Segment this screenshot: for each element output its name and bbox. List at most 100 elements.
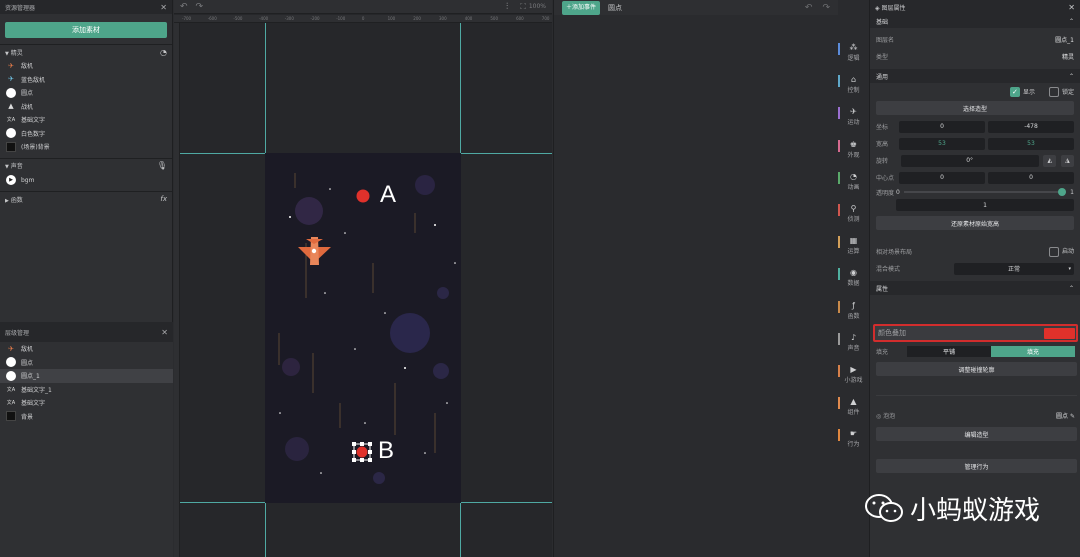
sprite-label: 战机 [21, 103, 34, 111]
slider-handle[interactable] [1058, 188, 1067, 196]
layer-item[interactable]: ✈ 敌机 [0, 342, 173, 356]
visible-checkbox[interactable]: ✓ [1009, 86, 1020, 97]
sprite-item[interactable]: 圆点 [0, 86, 172, 100]
close-icon[interactable]: ✕ [160, 3, 167, 12]
layer-item[interactable]: 文A 基础文字 [0, 396, 173, 410]
redo-icon[interactable]: ↷ [822, 3, 830, 13]
sprite-item[interactable]: (场景)背景 [0, 140, 172, 154]
category-11[interactable]: ▶ 小游戏 [838, 365, 869, 384]
category-1[interactable]: ⁂ 逻辑 [838, 43, 869, 62]
width-input[interactable]: 53 [899, 137, 985, 150]
palette-icon[interactable]: ◔ [160, 48, 167, 57]
category-color-bar [838, 300, 840, 313]
scene-icon [6, 141, 16, 152]
selected-dot[interactable] [352, 442, 372, 462]
basic-section-header[interactable]: 基础 ⌃ [870, 14, 1080, 28]
asset-panel-title: 资源管理器 [5, 4, 36, 12]
align-icon[interactable]: ⫶ [506, 2, 508, 12]
zoom-level[interactable]: 100% [529, 3, 546, 10]
label-a[interactable]: A [380, 181, 396, 209]
undo-icon[interactable]: ↶ [180, 2, 188, 12]
x-input[interactable]: 0 [899, 120, 985, 133]
function-icon[interactable]: fx [160, 195, 167, 203]
sound-section-header[interactable]: ▼ 声音 🎙 [0, 159, 172, 173]
adjust-collision-button[interactable]: 调整碰撞轮廓 [876, 362, 1077, 376]
category-label: 动画 [847, 183, 860, 191]
opacity-slider[interactable] [903, 187, 1067, 197]
category-7[interactable]: ▦ 运算 [838, 236, 869, 255]
sprite-item[interactable]: 文A 基础文字 [0, 113, 172, 127]
type-label: 类型 [876, 54, 889, 61]
bubble-value: 圆点 [1056, 412, 1069, 420]
red-dot[interactable] [356, 189, 370, 203]
select-shape-button[interactable]: 选择造型 [876, 101, 1074, 115]
manage-behavior-button[interactable]: 管理行为 [876, 459, 1077, 473]
category-icon: ♪ [850, 332, 857, 342]
category-2[interactable]: ⌂ 控制 [838, 75, 869, 94]
properties-panel: ◈ 图层属性 ✕ 基础 ⌃ 图层名 圆点_1 类型 精灵 通用 ⌃ ✓ 显示 锁定 选择造… [869, 0, 1080, 557]
microphone-icon[interactable]: 🎙 [157, 161, 167, 170]
sprite-item[interactable]: ✈ 敌机 [0, 59, 172, 73]
category-10[interactable]: ♪ 声音 [838, 332, 869, 352]
center-y-input[interactable]: 0 [988, 171, 1074, 184]
fill-option-fill[interactable]: 填充 [991, 345, 1075, 357]
flip-horizontal-icon[interactable]: ◭ [1043, 154, 1057, 167]
relative-layout-checkbox[interactable] [1048, 246, 1059, 257]
center-x-input[interactable]: 0 [899, 171, 985, 184]
redo-icon[interactable]: ↷ [196, 2, 204, 12]
category-6[interactable]: ⚲ 侦测 [838, 204, 869, 223]
add-event-button[interactable]: ＋添加事件 [562, 0, 601, 15]
lock-checkbox[interactable] [1048, 86, 1059, 97]
y-input[interactable]: -478 [988, 120, 1074, 133]
chevron-down-icon: ▾ [1068, 265, 1071, 272]
sound-item[interactable]: ▶ bgm [0, 174, 172, 188]
blend-select[interactable]: 正常 ▾ [954, 262, 1074, 275]
category-label: 数据 [847, 280, 860, 288]
plane-icon: ✈ [8, 75, 14, 84]
close-icon[interactable]: ✕ [1068, 3, 1075, 12]
restore-size-button[interactable]: 还原素材原始宽高 [876, 216, 1074, 230]
sprite-item[interactable]: 白色数字 [0, 127, 172, 141]
fit-icon[interactable]: ⛶ [520, 2, 526, 12]
height-input[interactable]: 53 [988, 137, 1074, 150]
play-icon: ▶ [6, 175, 16, 186]
color-swatch[interactable] [1044, 327, 1075, 339]
edit-shape-button[interactable]: 编辑造型 [876, 427, 1077, 441]
enemy-plane[interactable] [298, 237, 331, 265]
category-12[interactable]: ▲ 组件 [838, 397, 869, 416]
rotation-input[interactable]: 0° [900, 154, 1039, 167]
category-8[interactable]: ◉ 数据 [838, 268, 869, 287]
category-color-bar [838, 107, 840, 120]
circle-icon [6, 370, 16, 381]
sprites-section-header[interactable]: ▼ 精灵 ◔ [0, 45, 172, 59]
layer-item[interactable]: 圆点 [0, 356, 173, 370]
attribute-section-header[interactable]: 属性 ⌃ [870, 281, 1080, 295]
general-section-header[interactable]: 通用 ⌃ [870, 69, 1080, 83]
layer-name-value[interactable]: 圆点_1 [1055, 35, 1074, 44]
sprite-item[interactable]: ✈ 蓝色敌机 [0, 73, 172, 87]
properties-title: 图层属性 [881, 4, 906, 12]
opacity-input[interactable]: 1 [896, 199, 1074, 211]
close-icon[interactable]: ✕ [161, 328, 168, 337]
lock-label: 锁定 [1061, 89, 1074, 96]
undo-icon[interactable]: ↶ [805, 3, 813, 13]
category-3[interactable]: ✈ 运动 [838, 107, 869, 126]
category-5[interactable]: ◔ 动画 [838, 171, 869, 191]
game-stage[interactable]: A B [265, 153, 461, 503]
layer-item[interactable]: 背景 [0, 410, 173, 424]
label-b[interactable]: B [378, 437, 394, 465]
flip-vertical-icon[interactable]: ◮ [1060, 154, 1074, 167]
add-asset-button[interactable]: 添加素材 [5, 22, 167, 38]
attribute-header: 属性 [876, 285, 889, 293]
category-icon: ✈ [850, 107, 857, 117]
edit-icon[interactable]: ✎ [1070, 413, 1075, 420]
category-13[interactable]: ☛ 行为 [838, 429, 869, 448]
layer-item-selected[interactable]: 圆点_1 [0, 369, 173, 383]
layer-item[interactable]: 文A 基础文字_1 [0, 383, 173, 397]
fill-option-tile[interactable]: 平铺 [907, 345, 991, 357]
category-9[interactable]: ƒ 函数 [838, 300, 869, 320]
text-icon: 文A [6, 400, 16, 407]
category-4[interactable]: ♚ 外观 [838, 139, 869, 159]
sprite-item[interactable]: ▲ 战机 [0, 100, 172, 114]
functions-section-header[interactable]: ▶ 函数 fx [0, 192, 172, 206]
